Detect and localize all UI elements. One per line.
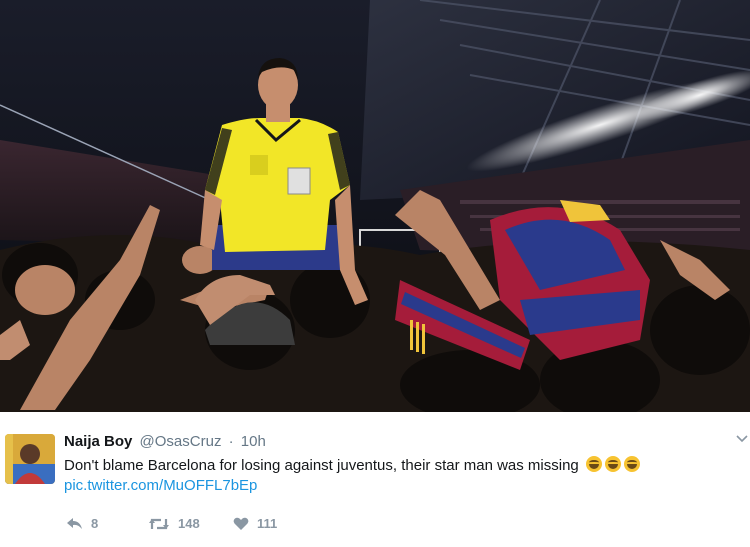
reply-icon (67, 517, 82, 529)
tweet-photo[interactable] (0, 0, 750, 412)
like-icon (233, 517, 249, 530)
like-button[interactable]: 111 (233, 516, 277, 531)
stadium-photo (0, 0, 750, 412)
grinning-face-emoji (623, 456, 640, 472)
grinning-face-emoji (585, 456, 602, 472)
tweet-header: Naija Boy @OsasCruz · 10h (64, 433, 266, 450)
author-handle[interactable]: @OsasCruz (140, 433, 222, 450)
retweet-icon (149, 518, 169, 529)
avatar[interactable] (5, 434, 55, 484)
reply-button[interactable]: 8 (66, 516, 98, 531)
retweet-button[interactable]: 148 (148, 516, 200, 531)
retweet-count: 148 (178, 516, 200, 531)
timestamp[interactable]: 10h (241, 433, 266, 450)
caret-down-icon[interactable] (736, 434, 748, 444)
tweet-media-link[interactable]: pic.twitter.com/MuOFFL7bEp (64, 476, 257, 496)
tweet-text: Don't blame Barcelona for losing against… (64, 456, 640, 476)
tweet-card: Naija Boy @OsasCruz · 10h Don't blame Ba… (0, 412, 750, 547)
separator: · (228, 433, 234, 450)
grinning-face-emoji (604, 456, 621, 472)
like-count: 111 (257, 516, 278, 531)
reply-count: 8 (91, 516, 99, 531)
author-name[interactable]: Naija Boy (64, 433, 132, 450)
tweet-text-body: Don't blame Barcelona for losing against… (64, 457, 579, 474)
